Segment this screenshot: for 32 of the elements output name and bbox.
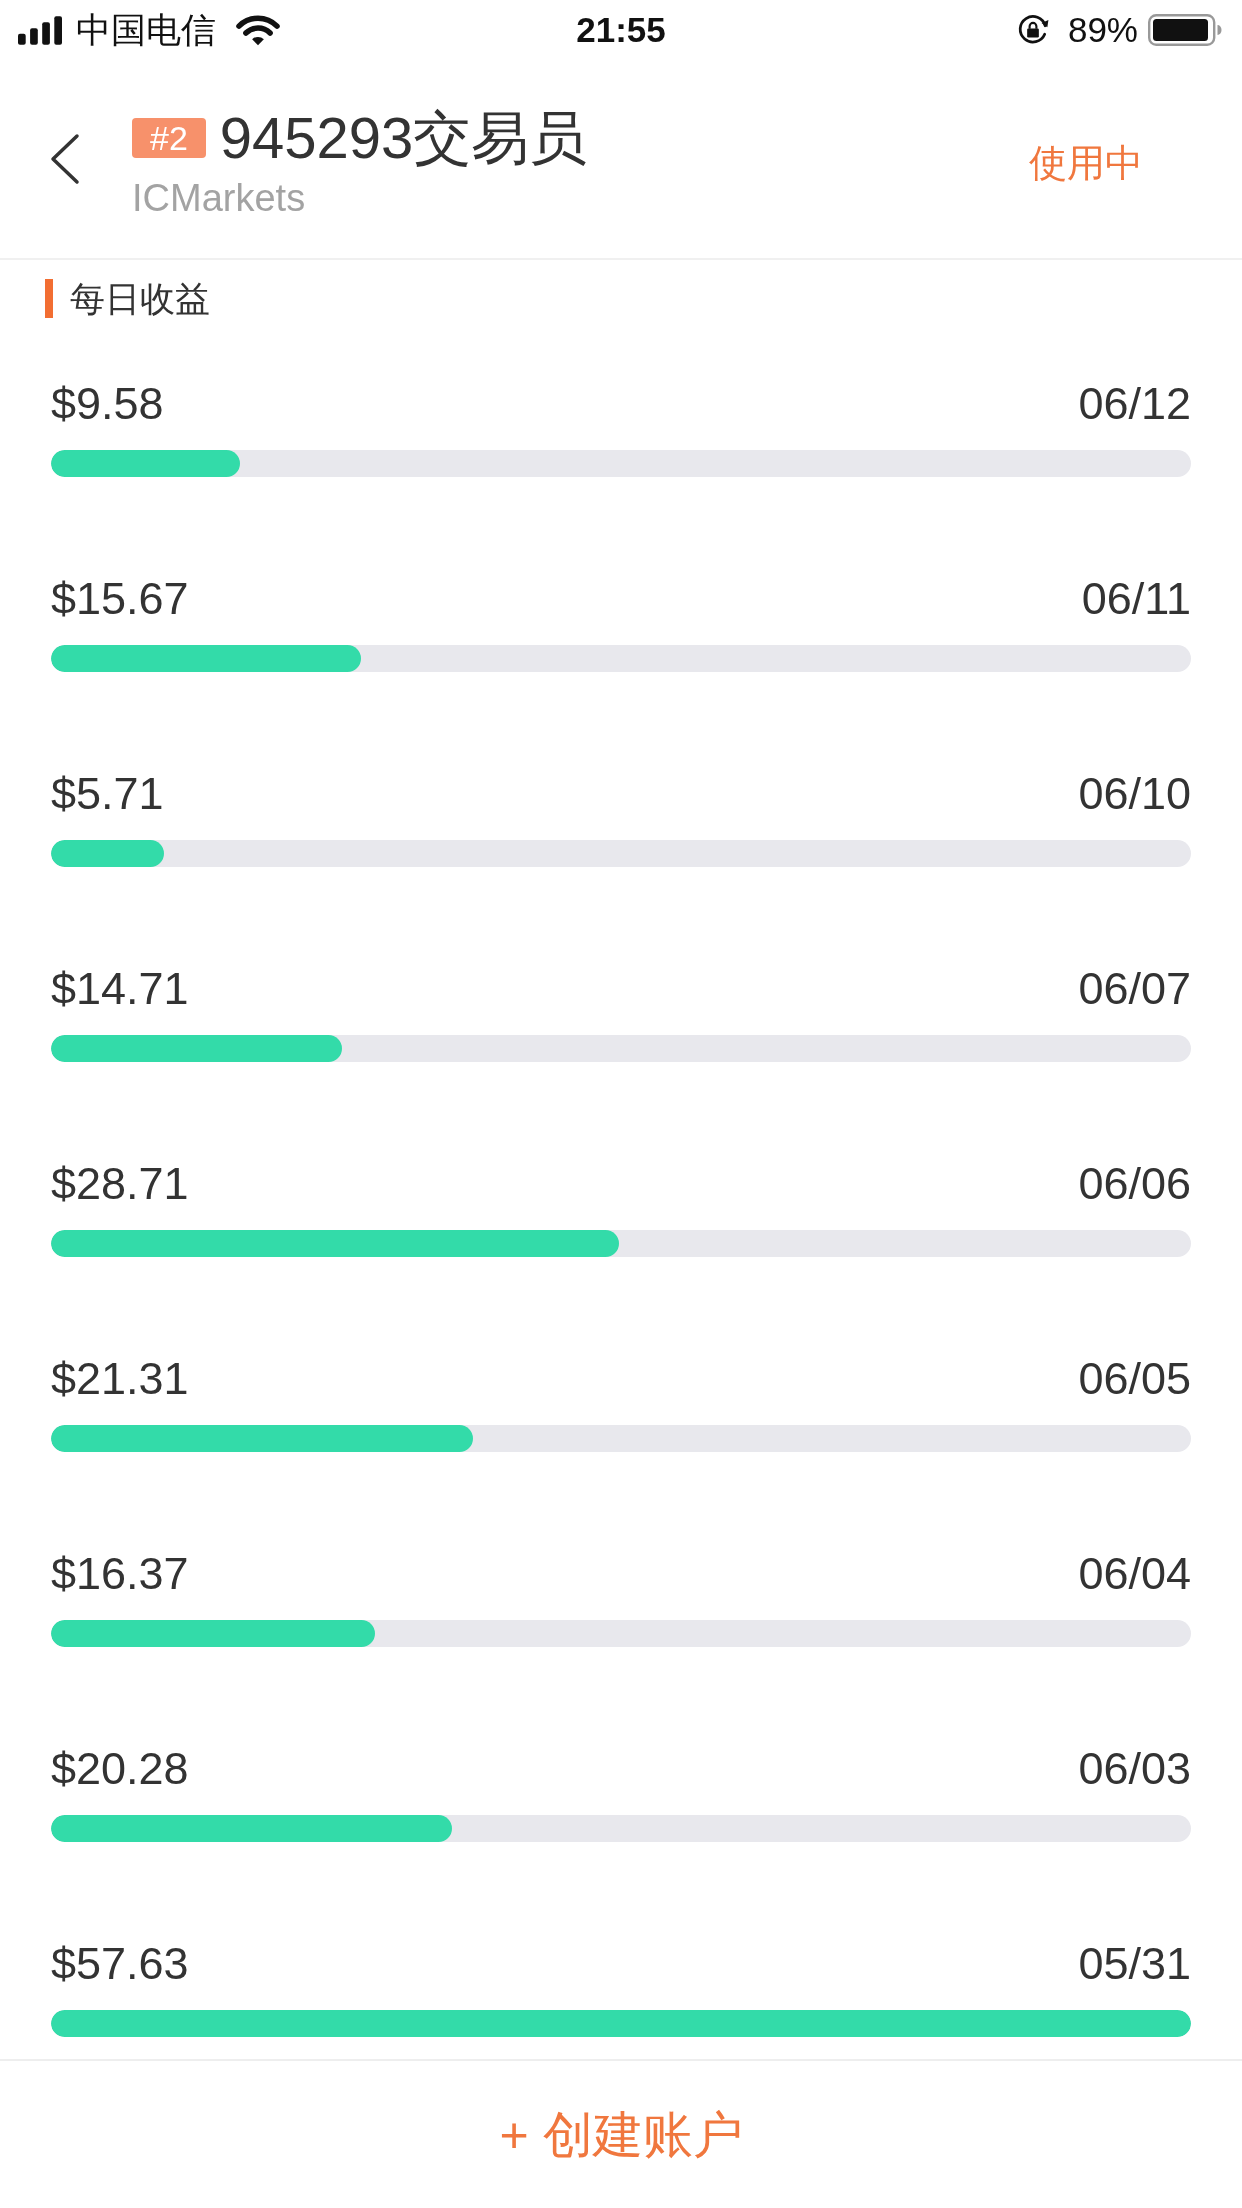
carrier-name: 中国电信 xyxy=(76,10,216,50)
earning-amount: $15.67 xyxy=(51,572,189,626)
rank-badge: #2 xyxy=(132,118,206,158)
earning-amount: $57.63 xyxy=(51,1937,189,1991)
earning-amount: $20.28 xyxy=(51,1742,189,1796)
wifi-icon xyxy=(236,14,280,46)
earning-amount: $9.58 xyxy=(51,377,164,431)
status-label: 使用中 xyxy=(1029,141,1143,186)
earning-amount: $14.71 xyxy=(51,962,189,1016)
earning-date: 06/03 xyxy=(1078,1742,1191,1796)
earning-amount: $28.71 xyxy=(51,1157,189,1211)
signal-icon xyxy=(18,15,62,45)
earning-date: 06/07 xyxy=(1078,962,1191,1016)
earning-date: 05/31 xyxy=(1078,1937,1191,1991)
clock-time: 21:55 xyxy=(576,10,666,50)
earning-amount: $16.37 xyxy=(51,1547,189,1601)
earning-date: 06/11 xyxy=(1081,572,1191,626)
create-account-button[interactable]: + 创建账户 xyxy=(489,2098,753,2171)
earning-date: 06/04 xyxy=(1078,1547,1191,1601)
broker-name: ICMarkets xyxy=(132,176,306,221)
earning-date: 06/05 xyxy=(1078,1352,1191,1406)
earning-amount: $21.31 xyxy=(51,1352,189,1406)
back-icon[interactable] xyxy=(50,133,80,185)
earning-date: 06/12 xyxy=(1078,377,1191,431)
earning-amount: $5.71 xyxy=(51,767,164,821)
earning-date: 06/06 xyxy=(1078,1157,1191,1211)
accent-bar-icon xyxy=(45,279,53,318)
battery-icon xyxy=(1148,14,1222,46)
section-title: 每日收益 xyxy=(70,279,210,318)
battery-percentage: 89% xyxy=(1067,10,1138,50)
account-title: 945293交易员 xyxy=(219,104,588,172)
earning-date: 06/10 xyxy=(1078,767,1191,821)
